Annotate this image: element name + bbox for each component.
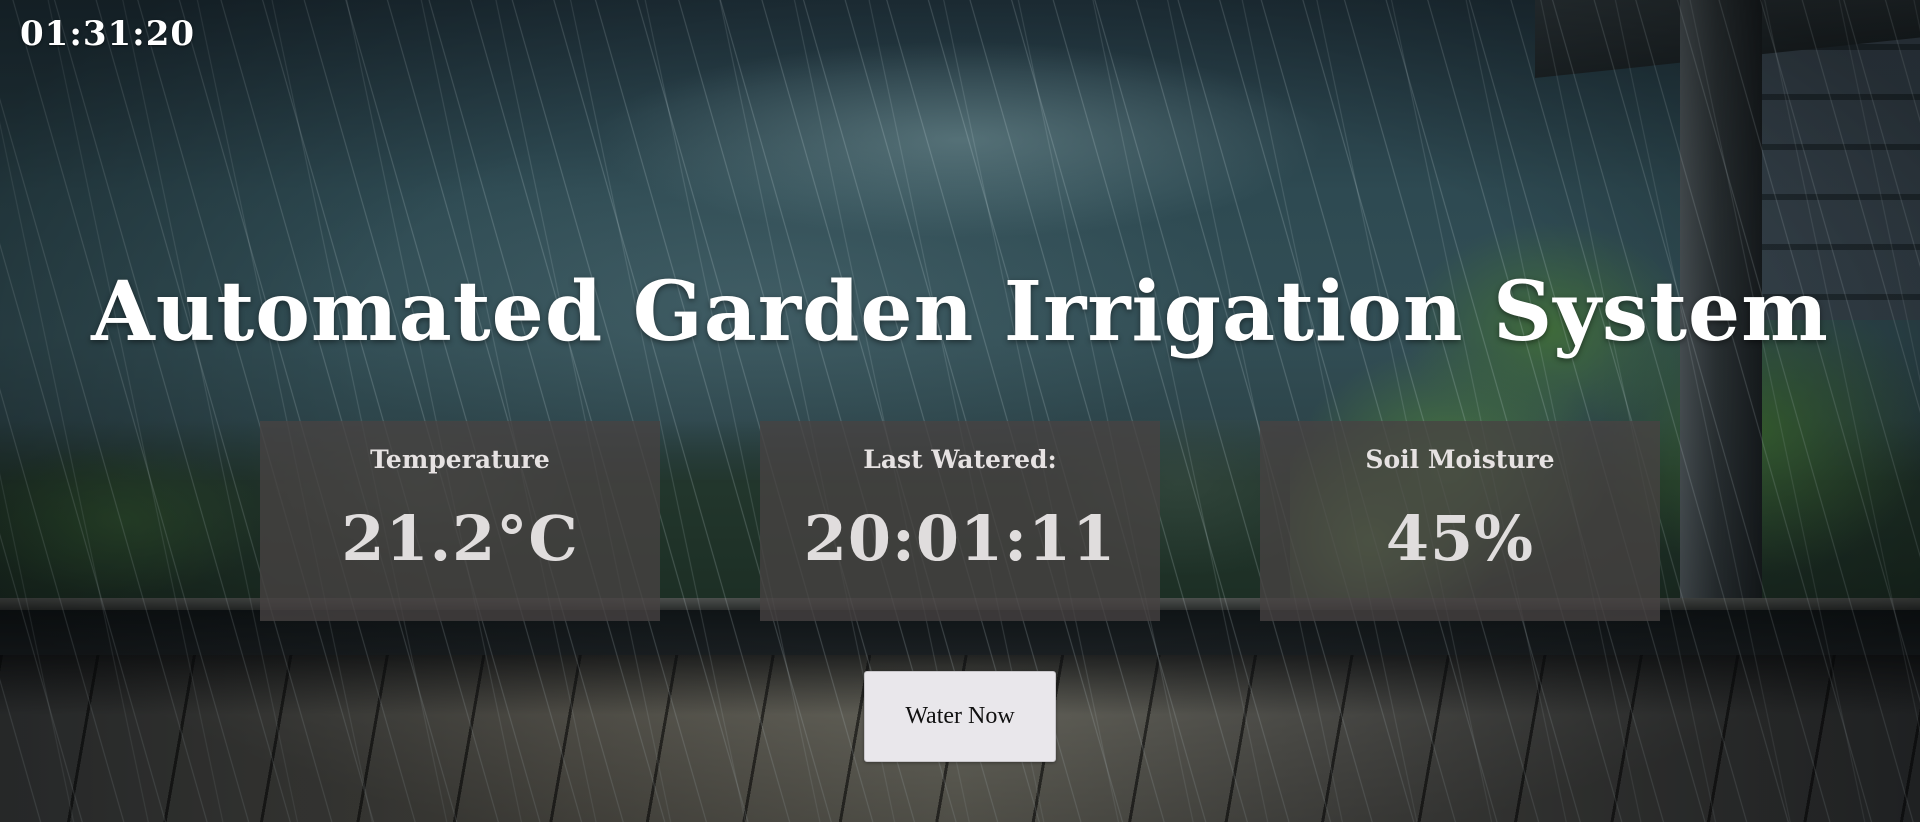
soil-moisture-label: Soil Moisture [1365,445,1555,474]
last-watered-value: 20:01:11 [803,502,1117,575]
last-watered-card: Last Watered: 20:01:11 [760,421,1160,621]
soil-moisture-value: 45% [1385,502,1535,575]
last-watered-label: Last Watered: [863,445,1057,474]
current-time: 01:31:20 [20,14,196,54]
temperature-value: 21.2°C [341,502,579,575]
stats-panel: Temperature 21.2°C Last Watered: 20:01:1… [0,421,1920,621]
temperature-label: Temperature [370,445,550,474]
temperature-card: Temperature 21.2°C [260,421,660,621]
soil-moisture-card: Soil Moisture 45% [1260,421,1660,621]
water-now-button[interactable]: Water Now [864,671,1056,762]
page-title: Automated Garden Irrigation System [91,264,1829,360]
